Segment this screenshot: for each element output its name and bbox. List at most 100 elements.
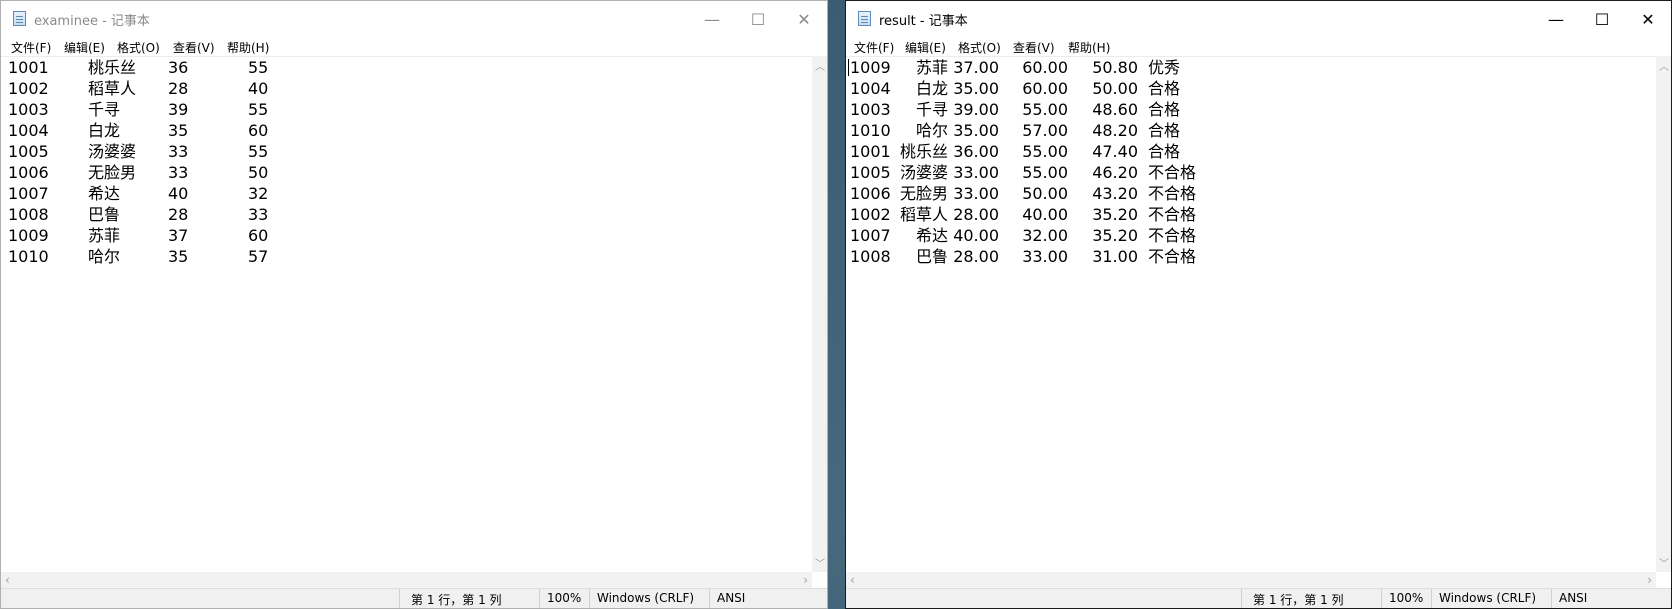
text-line: 1007 希达 40.00 32.00 35.20 不合格 — [846, 225, 1656, 246]
status-line-ending: Windows (CRLF) — [1439, 591, 1537, 605]
cell-name: 巴鲁 — [88, 205, 121, 224]
cell-score-b: 60 — [248, 226, 269, 245]
text-line: 1004 白龙 35.00 60.00 50.00 合格 — [846, 78, 1656, 99]
scroll-left-arrow-icon[interactable]: ‹ — [5, 573, 10, 587]
menu-help[interactable]: 帮助(H) — [1068, 39, 1110, 56]
cell-average: 35.20 — [1092, 205, 1138, 224]
menu-file[interactable]: 文件(F) — [854, 39, 894, 56]
status-separator — [709, 589, 710, 608]
cell-score-b: 40 — [248, 79, 269, 98]
menu-bar: 文件(F) 编辑(E) 格式(O) 查看(V) 帮助(H) — [1, 37, 827, 56]
text-line: 1009 苏菲 37 60 — [1, 225, 812, 246]
cell-score-b: 55 — [248, 142, 269, 161]
minimize-icon[interactable]: — — [689, 1, 735, 37]
minimize-icon[interactable]: — — [1533, 1, 1579, 37]
menu-bar: 文件(F) 编辑(E) 格式(O) 查看(V) 帮助(H) — [846, 37, 1671, 56]
cell-name: 稻草人 — [88, 79, 137, 98]
close-icon[interactable]: ✕ — [1625, 1, 1671, 37]
cell-average: 48.60 — [1092, 100, 1138, 119]
maximize-icon[interactable]: ☐ — [735, 1, 781, 37]
text-line: 1006 无脸男 33.00 50.00 43.20 不合格 — [846, 183, 1656, 204]
menu-format[interactable]: 格式(O) — [117, 39, 160, 56]
cell-average: 50.00 — [1092, 79, 1138, 98]
vertical-scrollbar[interactable]: ︿ ﹀ — [812, 56, 827, 572]
status-cursor-position: 第 1 行，第 1 列 — [411, 593, 502, 607]
status-bar: 第 1 行，第 1 列 100% Windows (CRLF) ANSI — [846, 588, 1671, 608]
maximize-icon[interactable]: ☐ — [1579, 1, 1625, 37]
cell-average: 47.40 — [1092, 142, 1138, 161]
text-line: 1010 哈尔 35 57 — [1, 246, 812, 267]
cell-id: 1008 — [8, 205, 49, 224]
cell-grade: 优秀 — [1148, 58, 1181, 77]
text-line: 1002 稻草人 28 40 — [1, 78, 812, 99]
text-line: 1005 汤婆婆 33 55 — [1, 141, 812, 162]
cell-score-a: 35 — [168, 247, 189, 266]
scroll-right-arrow-icon[interactable]: › — [803, 573, 808, 587]
text-editor-area[interactable]: 1001 桃乐丝 36 55 1002 稻草人 28 40 1003 千寻 39 55 1004 白龙 35… — [1, 56, 812, 572]
text-line: 1007 希达 40 32 — [1, 183, 812, 204]
status-cursor-position: 第 1 行，第 1 列 — [1253, 593, 1344, 607]
menu-view[interactable]: 查看(V) — [1013, 39, 1055, 56]
cell-score-a: 28 — [168, 79, 189, 98]
status-separator — [1551, 589, 1552, 608]
menu-view[interactable]: 查看(V) — [173, 39, 215, 56]
horizontal-scrollbar[interactable]: ‹ › — [1, 572, 812, 589]
cell-score-b: 32 — [248, 184, 269, 203]
status-separator — [1431, 589, 1432, 608]
notepad-window-examinee[interactable]: examinee - 记事本 — ☐ ✕ 文件(F) 编辑(E) 格式(O) 查… — [0, 0, 828, 609]
cell-average: 50.80 — [1092, 58, 1138, 77]
text-line: 1001 桃乐丝 36.00 55.00 47.40 合格 — [846, 141, 1656, 162]
cell-id: 1010 — [8, 247, 49, 266]
status-line-ending: Windows (CRLF) — [597, 591, 695, 605]
text-editor-area[interactable]: 1009 苏菲 37.00 60.00 50.80 优秀 1004 白龙 35.00 60.00 5… — [846, 56, 1656, 572]
text-line: 1008 巴鲁 28.00 33.00 31.00 不合格 — [846, 246, 1656, 267]
scroll-down-arrow-icon[interactable]: ﹀ — [1659, 555, 1669, 570]
cell-score-a: 39 — [168, 100, 189, 119]
status-separator — [1381, 589, 1382, 608]
status-separator — [589, 589, 590, 608]
menu-file[interactable]: 文件(F) — [11, 39, 51, 56]
cell-id: 1003 — [8, 100, 49, 119]
notepad-window-result[interactable]: result - 记事本 — ☐ ✕ 文件(F) 编辑(E) 格式(O) 查看(… — [845, 0, 1672, 609]
text-line: 1008 巴鲁 28 33 — [1, 204, 812, 225]
text-line: 1006 无脸男 33 50 — [1, 162, 812, 183]
cell-average: 35.20 — [1092, 226, 1138, 245]
horizontal-scrollbar[interactable]: ‹ › — [846, 572, 1656, 589]
cell-score-b: 57 — [248, 247, 269, 266]
menu-edit[interactable]: 编辑(E) — [905, 39, 946, 56]
menu-help[interactable]: 帮助(H) — [227, 39, 269, 56]
cell-name: 哈尔 — [88, 247, 121, 266]
cell-average: 48.20 — [1092, 121, 1138, 140]
cell-score-b: 55 — [248, 100, 269, 119]
text-line: 1002 稻草人 28.00 40.00 35.20 不合格 — [846, 204, 1656, 225]
cell-score-a: 37 — [168, 226, 189, 245]
status-separator — [399, 589, 400, 608]
scroll-down-arrow-icon[interactable]: ﹀ — [815, 555, 825, 570]
scroll-up-arrow-icon[interactable]: ︿ — [815, 58, 825, 73]
scroll-right-arrow-icon[interactable]: › — [1647, 573, 1652, 587]
text-line: 1003 千寻 39.00 55.00 48.60 合格 — [846, 99, 1656, 120]
close-icon[interactable]: ✕ — [781, 1, 827, 37]
cell-name: 苏菲 — [88, 226, 121, 245]
cell-grade: 合格 — [1148, 79, 1181, 98]
cell-name: 桃乐丝 — [88, 58, 137, 77]
cell-grade: 不合格 — [1148, 226, 1197, 245]
title-bar[interactable]: result - 记事本 — ☐ ✕ — [846, 1, 1671, 37]
cell-grade: 合格 — [1148, 100, 1181, 119]
cell-score-a: 33 — [168, 142, 189, 161]
vertical-scrollbar[interactable]: ︿ ﹀ — [1656, 56, 1671, 572]
cell-id: 1001 — [8, 58, 49, 77]
scroll-up-arrow-icon[interactable]: ︿ — [1659, 58, 1669, 73]
cell-grade: 不合格 — [1148, 247, 1197, 266]
text-line: 1003 千寻 39 55 — [1, 99, 812, 120]
menu-format[interactable]: 格式(O) — [958, 39, 1001, 56]
cell-name: 无脸男 — [88, 163, 137, 182]
scroll-left-arrow-icon[interactable]: ‹ — [850, 573, 855, 587]
cell-id: 1009 — [8, 226, 49, 245]
menu-edit[interactable]: 编辑(E) — [64, 39, 105, 56]
title-bar[interactable]: examinee - 记事本 — ☐ ✕ — [1, 1, 827, 37]
cell-id: 1004 — [8, 121, 49, 140]
cell-score-b: 33 — [248, 205, 269, 224]
window-title: examinee - 记事本 — [34, 14, 150, 29]
status-separator — [1241, 589, 1242, 608]
